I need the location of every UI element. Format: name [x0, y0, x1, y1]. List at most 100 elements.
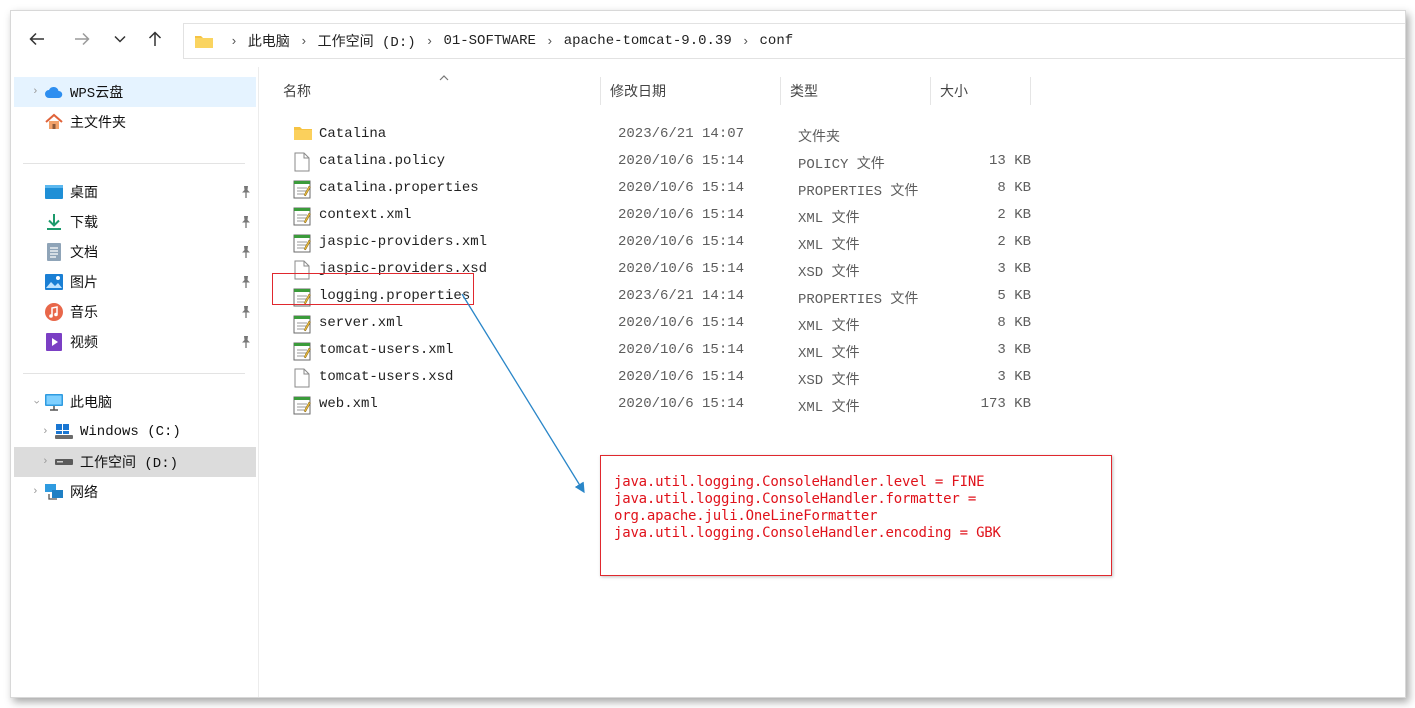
file-type: PROPERTIES 文件 [798, 184, 919, 200]
sidebar-item-label: 此电脑 [70, 396, 112, 412]
sidebar-item-label: 图片 [70, 276, 98, 292]
picture-icon [44, 272, 64, 292]
file-name: web.xml [319, 396, 378, 412]
file-row-catalina[interactable]: Catalina 2023/6/21 14:07 文件夹 [281, 122, 1041, 149]
breadcrumb-conf[interactable]: conf [760, 33, 794, 49]
sidebar-item-network[interactable]: › 网络 [14, 477, 256, 507]
file-icon [293, 368, 313, 388]
sidebar-item-label: 音乐 [70, 306, 98, 322]
up-button[interactable] [141, 27, 169, 55]
video-icon [44, 332, 64, 352]
sidebar-item-drive-d[interactable]: › 工作空间 (D:) [14, 447, 256, 477]
breadcrumb-separator-icon: › [299, 33, 308, 49]
column-divider[interactable] [930, 77, 931, 105]
column-header-label: 修改日期 [610, 85, 666, 101]
file-name: catalina.properties [319, 180, 479, 196]
chevron-right-icon[interactable]: › [32, 86, 39, 98]
sidebar-item-label: Windows (C:) [80, 424, 181, 440]
chevron-right-icon[interactable]: › [42, 426, 49, 438]
file-row-catalina-policy[interactable]: catalina.policy 2020/10/6 15:14 POLICY 文件 1… [281, 149, 1041, 176]
sidebar-divider [23, 373, 245, 374]
file-row-context-xml[interactable]: context.xml 2020/10/6 15:14 XML 文件 2 KB [281, 203, 1041, 230]
file-row-server-xml[interactable]: server.xml 2020/10/6 15:14 XML 文件 8 KB [281, 311, 1041, 338]
column-header-label: 类型 [790, 85, 818, 101]
file-type: XML 文件 [798, 238, 860, 254]
file-date: 2020/10/6 15:14 [618, 342, 745, 358]
file-date: 2020/10/6 15:14 [618, 207, 745, 223]
file-type: XSD 文件 [798, 373, 860, 389]
column-divider[interactable] [780, 77, 781, 105]
sidebar-item-home[interactable]: 主文件夹 [14, 107, 256, 137]
sidebar-item-music[interactable]: 音乐 [14, 297, 256, 327]
notepad-file-icon [293, 314, 313, 334]
file-row-tomcat-users-xsd[interactable]: tomcat-users.xsd 2020/10/6 15:14 XSD 文件 3 K… [281, 365, 1041, 392]
download-icon [44, 212, 64, 232]
column-divider[interactable] [600, 77, 601, 105]
file-row-catalina-properties[interactable]: catalina.properties 2020/10/6 15:14 PROPER… [281, 176, 1041, 203]
file-size: 3 KB [997, 342, 1031, 358]
sidebar-item-pictures[interactable]: 图片 [14, 267, 256, 297]
sidebar-item-label: WPS云盘 [70, 86, 124, 102]
file-row-tomcat-users-xml[interactable]: tomcat-users.xml 2020/10/6 15:14 XML 文件 3 K… [281, 338, 1041, 365]
column-header-type[interactable]: 类型 [790, 77, 818, 105]
file-size: 173 KB [980, 396, 1031, 412]
chevron-right-icon[interactable]: › [42, 456, 49, 468]
column-divider[interactable] [1030, 77, 1031, 105]
sidebar-item-wps-cloud[interactable]: › WPS云盘 [14, 77, 256, 107]
breadcrumb-this-pc[interactable]: 此电脑 [248, 31, 290, 51]
folder-icon [293, 125, 313, 145]
file-size: 3 KB [997, 369, 1031, 385]
sidebar-item-desktop[interactable]: 桌面 [14, 177, 256, 207]
arrow-right-icon [72, 29, 92, 54]
breadcrumb-software[interactable]: 01-SOFTWARE [443, 33, 535, 49]
sidebar-item-label: 工作空间 (D:) [80, 456, 179, 472]
sort-ascending-icon [439, 71, 449, 87]
forward-button[interactable] [68, 27, 96, 55]
pin-icon[interactable] [240, 335, 252, 354]
chevron-down-icon[interactable]: › [29, 399, 41, 406]
breadcrumb-separator-icon: › [425, 33, 434, 49]
navigation-bar: › 此电脑 › 工作空间 (D:) › 01-SOFTWARE › apache… [11, 11, 1405, 67]
sidebar-item-this-pc[interactable]: › 此电脑 [14, 387, 256, 417]
notepad-file-icon [293, 395, 313, 415]
breadcrumb-drive-d[interactable]: 工作空间 (D:) [318, 31, 416, 51]
pin-icon[interactable] [240, 275, 252, 294]
pin-icon[interactable] [240, 245, 252, 264]
chevron-right-icon[interactable]: › [32, 486, 39, 498]
sidebar-item-documents[interactable]: 文档 [14, 237, 256, 267]
column-header-date[interactable]: 修改日期 [610, 77, 666, 105]
file-type: XML 文件 [798, 211, 860, 227]
file-date: 2020/10/6 15:14 [618, 180, 745, 196]
navigation-pane: › WPS云盘 主文件夹 桌面 下载 文档 图片 音乐 视频 › 此电脑 › W… [11, 67, 259, 697]
sidebar-item-drive-c[interactable]: › Windows (C:) [14, 417, 256, 447]
breadcrumb-tomcat[interactable]: apache-tomcat-9.0.39 [564, 33, 732, 49]
file-date: 2020/10/6 15:14 [618, 396, 745, 412]
file-size: 3 KB [997, 261, 1031, 277]
chevron-down-icon [112, 31, 128, 52]
drive-icon [54, 452, 74, 472]
breadcrumb-separator-icon: › [545, 33, 554, 49]
file-name: tomcat-users.xsd [319, 369, 454, 385]
column-header-name[interactable]: 名称 [283, 77, 311, 105]
sidebar-item-videos[interactable]: 视频 [14, 327, 256, 357]
file-date: 2023/6/21 14:07 [618, 126, 745, 142]
pin-icon[interactable] [240, 215, 252, 234]
file-list: 名称 修改日期 类型 大小 Catalina 2023/6/21 14:07 文件夹… [273, 67, 1403, 697]
pin-icon[interactable] [240, 305, 252, 324]
column-header-label: 大小 [940, 85, 968, 101]
back-button[interactable] [23, 27, 51, 55]
document-icon [44, 242, 64, 262]
sidebar-item-label: 桌面 [70, 186, 98, 202]
file-row-web-xml[interactable]: web.xml 2020/10/6 15:14 XML 文件 173 KB [281, 392, 1041, 419]
recent-locations-button[interactable] [106, 27, 134, 55]
address-bar[interactable]: › 此电脑 › 工作空间 (D:) › 01-SOFTWARE › apache… [183, 23, 1405, 59]
notepad-file-icon [293, 341, 313, 361]
column-header-size[interactable]: 大小 [940, 77, 968, 105]
pin-icon[interactable] [240, 185, 252, 204]
file-row-jaspic-providers-xml[interactable]: jaspic-providers.xml 2020/10/6 15:14 XML 文… [281, 230, 1041, 257]
file-type: XSD 文件 [798, 265, 860, 281]
sidebar-item-label: 主文件夹 [70, 116, 126, 132]
file-name: catalina.policy [319, 153, 446, 169]
sidebar-item-downloads[interactable]: 下载 [14, 207, 256, 237]
music-icon [44, 302, 64, 322]
